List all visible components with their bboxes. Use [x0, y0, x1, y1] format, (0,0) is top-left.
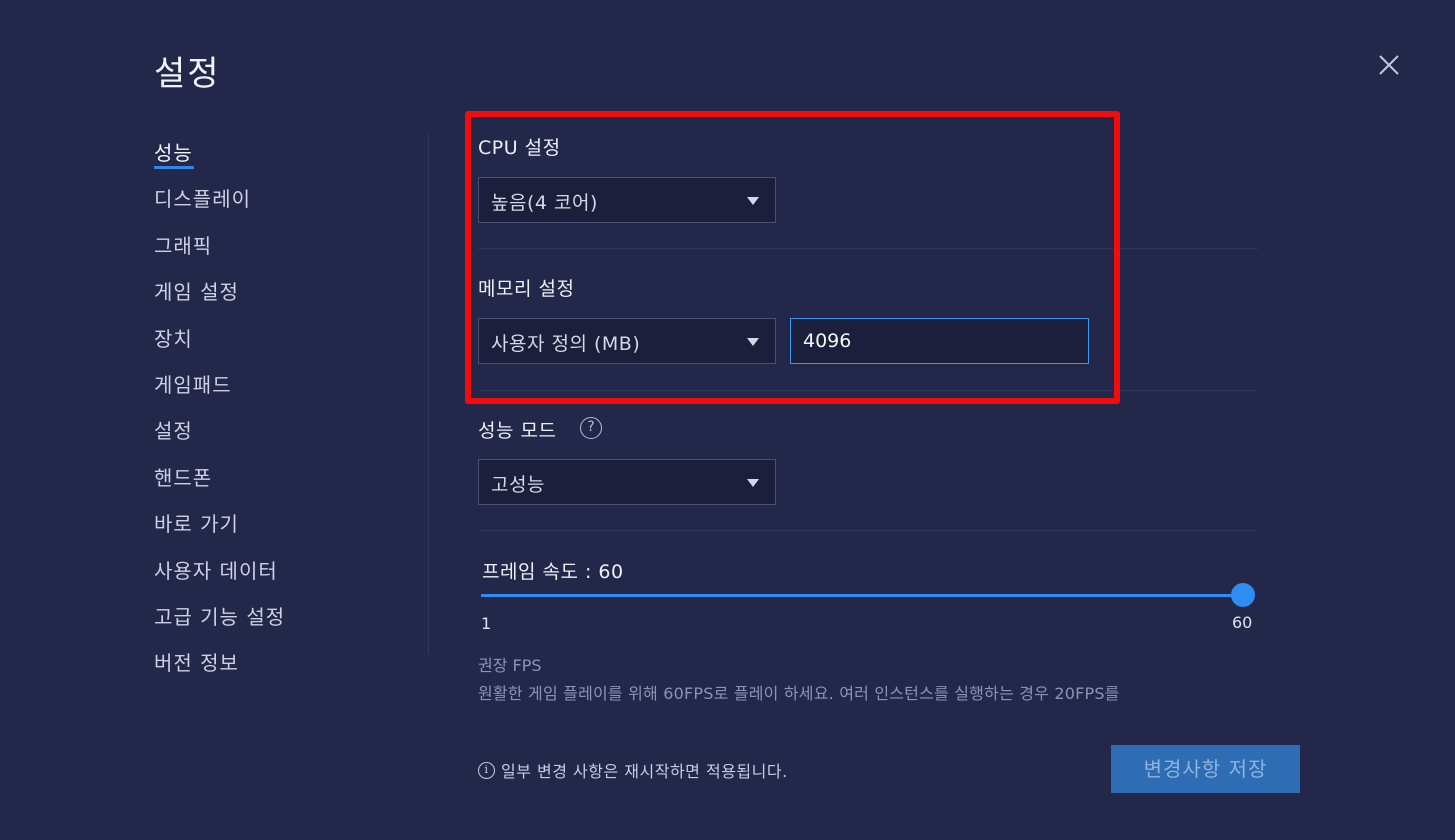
sidebar-item-display[interactable]: 디스플레이	[154, 184, 394, 230]
sidebar-item-gamepad[interactable]: 게임패드	[154, 370, 394, 416]
slider-fill	[481, 594, 1243, 597]
frame-rate-label: 프레임 속도 : 60	[482, 561, 624, 583]
sidebar-item-label: 게임 설정	[154, 280, 239, 305]
sidebar-item-label: 고급 기능 설정	[154, 604, 286, 629]
close-icon	[1379, 55, 1399, 75]
sidebar-item-label: 게임패드	[154, 372, 232, 397]
performance-mode-label: 성능 모드	[478, 420, 557, 442]
sidebar-item-graphics[interactable]: 그래픽	[154, 231, 394, 277]
memory-settings-label: 메모리 설정	[478, 278, 575, 300]
sidebar-item-version-info[interactable]: 버전 정보	[154, 648, 394, 694]
chevron-down-icon	[747, 338, 759, 346]
save-changes-button[interactable]: 변경사항 저장	[1111, 745, 1300, 793]
sidebar-item-label: 사용자 데이터	[154, 558, 278, 583]
close-button[interactable]	[1374, 50, 1404, 80]
chevron-down-icon	[747, 197, 759, 205]
sidebar-item-label: 핸드폰	[154, 465, 213, 490]
slider-min-label: 1	[481, 614, 492, 633]
slider-max-label: 60	[1232, 613, 1253, 632]
sidebar-item-label: 성능	[154, 141, 193, 165]
sidebar-item-label: 장치	[154, 326, 193, 351]
sidebar-item-label: 그래픽	[154, 233, 213, 258]
settings-title: 설정	[154, 54, 221, 94]
chevron-down-icon	[747, 479, 759, 487]
sidebar-item-preferences[interactable]: 설정	[154, 416, 394, 462]
active-indicator	[154, 166, 194, 169]
recommended-fps-text: 원활한 게임 플레이를 위해 60FPS로 플레이 하세요. 여러 인스턴스를 …	[478, 684, 1120, 703]
sidebar-item-user-data[interactable]: 사용자 데이터	[154, 556, 394, 602]
memory-select[interactable]: 사용자 정의 (MB)	[478, 318, 776, 364]
sidebar-item-label: 디스플레이	[154, 187, 251, 212]
cpu-select[interactable]: 높음(4 코어)	[478, 177, 776, 223]
sidebar-item-device[interactable]: 장치	[154, 324, 394, 370]
section-divider	[478, 390, 1258, 391]
restart-notice-text: 일부 변경 사항은 재시작하면 적용됩니다.	[501, 762, 788, 781]
sidebar-item-label: 바로 가기	[154, 512, 239, 537]
frame-rate-slider[interactable]	[481, 583, 1255, 607]
sidebar-item-phone[interactable]: 핸드폰	[154, 463, 394, 509]
sidebar-item-performance[interactable]: 성능	[154, 138, 394, 184]
cpu-settings-label: CPU 설정	[478, 137, 561, 159]
cpu-select-value: 높음(4 코어)	[491, 192, 598, 214]
memory-size-input[interactable]	[790, 318, 1089, 364]
sidebar-divider	[428, 134, 429, 654]
sidebar-item-shortcuts[interactable]: 바로 가기	[154, 509, 394, 555]
sidebar-item-label: 버전 정보	[154, 651, 239, 676]
restart-notice: i 일부 변경 사항은 재시작하면 적용됩니다.	[478, 758, 788, 782]
sidebar-item-label: 설정	[154, 419, 193, 444]
question-circle-icon[interactable]: ?	[580, 417, 602, 439]
performance-mode-select[interactable]: 고성능	[478, 459, 776, 505]
sidebar-nav: 성능 디스플레이 그래픽 게임 설정 장치 게임패드 설정 핸드폰 바로 가기 …	[154, 138, 394, 695]
recommended-fps-title: 권장 FPS	[478, 656, 542, 675]
slider-thumb[interactable]	[1231, 583, 1255, 607]
section-divider	[478, 248, 1258, 249]
section-divider	[478, 530, 1258, 531]
sidebar-item-game-settings[interactable]: 게임 설정	[154, 277, 394, 323]
sidebar-item-advanced[interactable]: 고급 기능 설정	[154, 602, 394, 648]
performance-mode-value: 고성능	[491, 474, 545, 496]
memory-select-value: 사용자 정의 (MB)	[491, 333, 641, 355]
info-circle-icon: i	[478, 761, 495, 779]
